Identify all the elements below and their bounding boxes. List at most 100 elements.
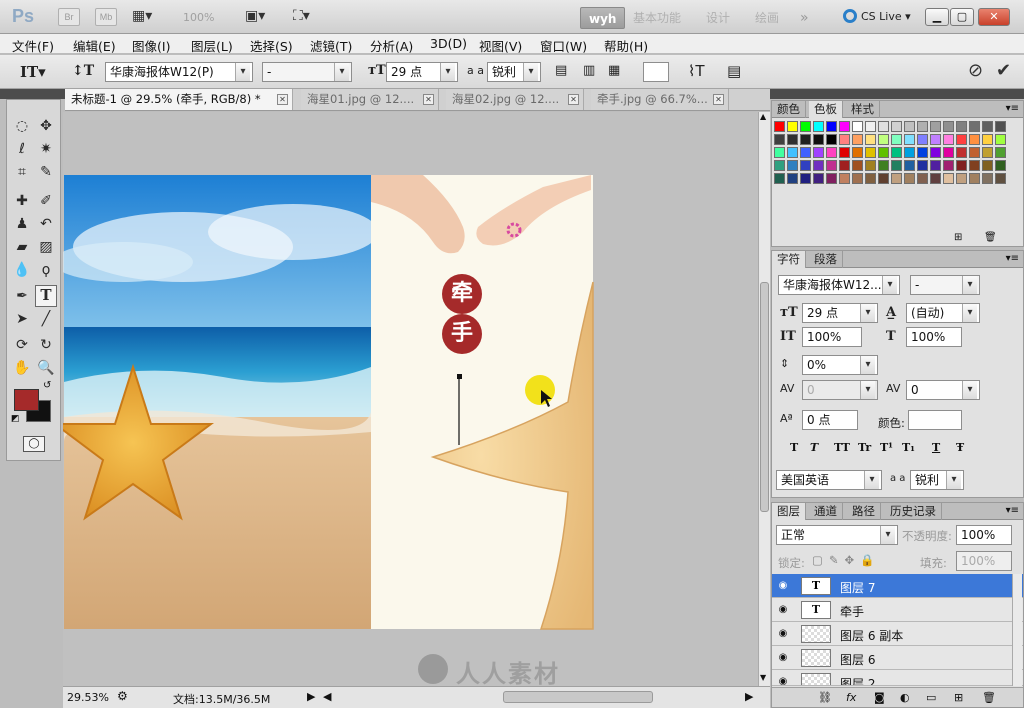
panel-menu-icon[interactable]: ▾≡	[1006, 253, 1019, 264]
color-swatch[interactable]	[930, 160, 941, 171]
color-swatch[interactable]	[956, 160, 967, 171]
adjustment-layer-icon[interactable]: ◐	[900, 691, 910, 704]
lock-options-icon[interactable]: ▢✎✥🔒	[812, 553, 880, 567]
eyedropper-tool-icon[interactable]: ✎	[35, 161, 57, 183]
tool-preset-picker-icon[interactable]: IT▾	[20, 63, 46, 81]
color-swatch[interactable]	[865, 134, 876, 145]
color-swatch[interactable]	[800, 121, 811, 132]
color-swatch[interactable]	[852, 173, 863, 184]
color-swatch[interactable]	[878, 147, 889, 158]
font-family-dropdown[interactable]: 华康海报体W12(P)	[105, 62, 253, 82]
align-right-icon[interactable]: ▦	[608, 63, 620, 78]
swatch-grid[interactable]	[774, 121, 1010, 225]
color-swatch[interactable]	[969, 121, 980, 132]
layers-scrollbar[interactable]	[1012, 574, 1022, 686]
zoom-level-dropdown[interactable]: 100%	[183, 11, 214, 24]
color-swatch[interactable]	[995, 173, 1006, 184]
faux-italic-button[interactable]: T	[810, 441, 818, 454]
tab-holding-hands[interactable]: 牵手.jpg @ 66.7%... ✕	[591, 89, 729, 110]
color-swatch[interactable]	[852, 134, 863, 145]
type-tool-icon[interactable]: T	[35, 285, 57, 307]
visibility-eye-icon[interactable]: ◉	[776, 675, 790, 685]
menu-filter[interactable]: 滤镜(T)	[310, 36, 352, 55]
align-left-icon[interactable]: ▤	[555, 63, 567, 78]
color-swatch[interactable]	[930, 173, 941, 184]
screen-mode-icon[interactable]: ⛶▾	[293, 8, 310, 26]
color-swatch[interactable]	[969, 160, 980, 171]
color-swatch[interactable]	[878, 121, 889, 132]
color-swatch[interactable]	[813, 160, 824, 171]
color-swatch[interactable]	[839, 173, 850, 184]
color-swatch[interactable]	[813, 147, 824, 158]
color-swatch[interactable]	[982, 121, 993, 132]
lasso-tool-icon[interactable]: ℓ	[11, 138, 33, 160]
color-swatch[interactable]	[800, 173, 811, 184]
healing-brush-tool-icon[interactable]: ✚	[11, 190, 33, 212]
faux-bold-button[interactable]: T	[790, 441, 798, 454]
color-swatch[interactable]	[904, 173, 915, 184]
brush-tool-icon[interactable]: ✐	[35, 190, 57, 212]
color-swatch[interactable]	[878, 160, 889, 171]
move-tool-icon[interactable]: ✥	[35, 115, 57, 137]
view-extras-icon[interactable]: ▦▾	[132, 8, 152, 26]
tab-swatches[interactable]: 色板	[809, 101, 843, 118]
color-swatch[interactable]	[995, 160, 1006, 171]
color-swatch[interactable]	[813, 134, 824, 145]
layer-row-layer-2[interactable]: ◉ 图层 2	[772, 670, 1023, 686]
layer-row-layer-6-copy[interactable]: ◉ 图层 6 副本	[772, 622, 1023, 646]
color-swatch[interactable]	[826, 121, 837, 132]
char-color-swatch[interactable]	[908, 410, 962, 430]
workspace-design[interactable]: 设计	[706, 7, 730, 29]
color-swatch[interactable]	[930, 147, 941, 158]
hand-tool-icon[interactable]: ✋	[11, 357, 33, 379]
new-swatch-icon[interactable]: ⊞	[954, 232, 962, 243]
color-swatch[interactable]	[982, 147, 993, 158]
char-size-dropdown[interactable]: 29 点	[802, 303, 878, 323]
color-swatch[interactable]	[774, 160, 785, 171]
history-brush-tool-icon[interactable]: ↶	[35, 213, 57, 235]
color-swatch[interactable]	[917, 121, 928, 132]
color-swatch[interactable]	[943, 134, 954, 145]
workspace-more-icon[interactable]: »	[800, 7, 809, 29]
align-center-icon[interactable]: ▥	[583, 63, 595, 78]
blur-tool-icon[interactable]: 💧	[11, 259, 33, 281]
char-vscale-input[interactable]: 100%	[802, 327, 862, 347]
color-swatch[interactable]	[969, 134, 980, 145]
arrange-documents-icon[interactable]: ▣▾	[245, 8, 265, 26]
panel-menu-icon[interactable]: ▾≡	[1006, 103, 1019, 114]
color-swatch[interactable]	[891, 173, 902, 184]
color-swatch[interactable]	[852, 121, 863, 132]
menu-layer[interactable]: 图层(L)	[191, 36, 233, 55]
menu-view[interactable]: 视图(V)	[479, 36, 522, 55]
all-caps-button[interactable]: TT	[834, 441, 850, 454]
opacity-input[interactable]: 100%	[956, 525, 1012, 545]
restore-button[interactable]: ▢	[950, 8, 974, 26]
menu-help[interactable]: 帮助(H)	[604, 36, 648, 55]
antialias-dropdown[interactable]: 锐利	[487, 62, 541, 82]
color-swatch[interactable]	[943, 147, 954, 158]
add-mask-icon[interactable]: ◙	[874, 691, 885, 704]
superscript-button[interactable]: T¹	[880, 441, 893, 454]
text-color-swatch[interactable]	[643, 62, 669, 82]
color-swatch[interactable]	[839, 121, 850, 132]
tab-starfish-02[interactable]: 海星02.jpg @ 12.... ✕	[446, 89, 584, 110]
color-swatch[interactable]	[982, 173, 993, 184]
text-insertion-handle[interactable]	[457, 374, 462, 379]
tab-channels[interactable]: 通道	[809, 503, 843, 520]
document-canvas[interactable]	[63, 112, 758, 686]
color-swatch[interactable]	[774, 134, 785, 145]
color-swatch[interactable]	[839, 147, 850, 158]
color-swatch[interactable]	[904, 121, 915, 132]
menu-edit[interactable]: 编辑(E)	[73, 36, 116, 55]
default-colors-icon[interactable]: ◩	[11, 414, 20, 424]
vertical-scrollbar[interactable]: ▲ ▼	[758, 112, 770, 686]
char-tracking-percent-dropdown[interactable]: 0%	[802, 355, 878, 375]
tab-color[interactable]: 颜色	[772, 101, 806, 118]
vertical-scroll-thumb[interactable]	[760, 282, 769, 512]
canvas-area[interactable]: 牵 手 人人素材	[63, 112, 758, 688]
pen-tool-icon[interactable]: ✒	[11, 285, 33, 307]
close-tab-icon[interactable]: ✕	[568, 94, 579, 105]
color-swatch[interactable]	[826, 134, 837, 145]
color-swatch[interactable]	[943, 173, 954, 184]
tab-starfish-01[interactable]: 海星01.jpg @ 12.... ✕	[301, 89, 439, 110]
